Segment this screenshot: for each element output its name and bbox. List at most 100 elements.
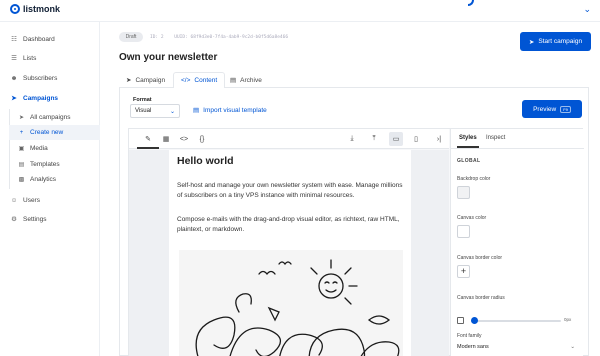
header-decoration [468, 0, 474, 6]
preview-button[interactable]: Preview F9 [522, 100, 582, 118]
email-canvas[interactable]: Hello world Self-host and manage your ow… [129, 150, 449, 356]
chevron-down-icon: ⌄ [570, 344, 575, 350]
format-value: Visual [135, 108, 152, 114]
sidebar-subitem-media[interactable]: ▣ Media [9, 141, 100, 156]
backdrop-color-swatch[interactable] [457, 186, 470, 199]
user-icon: ☺ [10, 196, 18, 204]
email-heading[interactable]: Hello world [177, 155, 234, 167]
image-icon: ▣ [18, 146, 25, 152]
tab-label: Campaign [135, 76, 166, 84]
import-icon: ▤ [193, 107, 200, 114]
sidebar-subitem-templates[interactable]: ▤ Templates [9, 157, 100, 172]
app-logo[interactable]: listmonk [10, 4, 60, 14]
rocket-icon: ➤ [126, 77, 132, 84]
logo-icon [10, 4, 20, 14]
sidebar-subitem-label: Analytics [30, 176, 57, 183]
border-radius-slider[interactable] [471, 320, 561, 322]
tab-content[interactable]: </> Content [173, 72, 226, 89]
main-content: Draft ID: 2 UUID: 68f9d3e0-7f4a-4ab9-9c2… [100, 22, 600, 356]
sidebar-item-label: Dashboard [23, 35, 55, 43]
sidebar-item-settings[interactable]: ⚙ Settings [0, 211, 100, 227]
desktop-view-icon[interactable]: ▭ [389, 132, 403, 146]
rocket-icon: ➤ [528, 38, 535, 46]
canvas-color-label: Canvas color [457, 215, 487, 221]
file-icon: ▤ [18, 162, 25, 168]
email-paragraph[interactable]: Compose e-mails with the drag-and-drop v… [177, 215, 403, 234]
list-icon: ☰ [11, 55, 17, 62]
code-icon: </> [181, 77, 191, 84]
font-family-select[interactable]: Modern sans ⌄ [457, 344, 577, 355]
editor-toolbar: ✎ ▦ <> {} ⤓ ⤒ ▭ ▯ ›| [129, 129, 449, 149]
sidebar-subitem-label: All campaigns [30, 114, 71, 121]
upload-icon[interactable]: ⤒ [367, 132, 381, 146]
canvas-color-swatch[interactable] [457, 225, 470, 238]
code-icon[interactable]: <> [177, 132, 191, 146]
email-body[interactable]: Hello world Self-host and manage your ow… [169, 150, 411, 356]
gear-icon: ⚙ [11, 216, 17, 223]
sidebar: ☷ Dashboard ☰ Lists ☻ Subscribers ➤ Camp… [0, 22, 100, 356]
format-select[interactable]: Visual ⌄ [130, 104, 180, 118]
email-paragraph[interactable]: Self-host and manage your own newsletter… [177, 181, 403, 200]
start-campaign-button[interactable]: ➤ Start campaign [520, 32, 591, 51]
tab-styles[interactable]: Styles [457, 135, 479, 148]
campaign-meta: ID: 2 UUID: 68f9d3e0-7f4a-4ab9-9c2d-b0f5… [150, 35, 288, 40]
sidebar-item-label: Users [23, 196, 40, 204]
tab-archive[interactable]: ▤ Archive [223, 72, 269, 88]
sidebar-subitem-label: Templates [30, 161, 60, 168]
section-title: GLOBAL [457, 158, 481, 164]
mobile-view-icon[interactable]: ▯ [409, 132, 423, 146]
backdrop-color-label: Backdrop color [457, 176, 491, 182]
style-panel: Styles Inspect GLOBAL Backdrop color Can… [450, 129, 584, 356]
add-border-color-button[interactable]: + [457, 265, 470, 278]
sidebar-item-subscribers[interactable]: ☻ Subscribers [0, 70, 100, 86]
sidebar-item-label: Lists [23, 54, 37, 62]
import-visual-template-link[interactable]: ▤ Import visual template [193, 106, 267, 115]
user-menu-chevron-icon[interactable]: ⌄ [583, 4, 591, 15]
font-family-label: Font family [457, 333, 482, 339]
archive-icon: ▤ [230, 77, 237, 84]
preview-shortcut: F9 [560, 105, 571, 113]
sidebar-subitem-all-campaigns[interactable]: ➤ All campaigns [9, 110, 100, 125]
sidebar-item-dashboard[interactable]: ☷ Dashboard [0, 31, 100, 47]
font-family-value: Modern sans [457, 344, 489, 350]
download-icon[interactable]: ⤓ [345, 132, 359, 146]
rocket-icon: ➤ [18, 115, 25, 121]
sidebar-subitem-label: Media [30, 145, 48, 152]
plus-icon: + [19, 129, 24, 136]
blocks-icon[interactable]: ▦ [159, 132, 173, 146]
sidebar-item-campaigns[interactable]: ➤ Campaigns [0, 90, 100, 106]
sidebar-item-label: Subscribers [23, 74, 58, 82]
content-editor-card: Format Visual ⌄ ▤ Import visual template… [119, 88, 589, 356]
collapse-panel-icon[interactable]: ›| [432, 132, 446, 146]
braces-icon[interactable]: {} [195, 132, 209, 146]
email-illustration[interactable] [179, 250, 403, 356]
tab-label: Archive [240, 76, 262, 84]
chevron-down-icon: ⌄ [169, 109, 175, 115]
preview-label: Preview [533, 105, 557, 113]
sidebar-item-lists[interactable]: ☰ Lists [0, 50, 100, 66]
border-radius-slider-thumb[interactable] [470, 317, 478, 324]
visual-editor: ✎ ▦ <> {} ⤓ ⤒ ▭ ▯ ›| Hello world Self-ho… [128, 128, 584, 356]
tab-inspect[interactable]: Inspect [486, 135, 505, 141]
pencil-icon[interactable]: ✎ [137, 132, 159, 149]
sidebar-item-label: Settings [23, 215, 47, 223]
sidebar-item-users[interactable]: ☺ Users [0, 192, 100, 208]
canvas-border-radius-label: Canvas border radius [457, 295, 505, 301]
app-name: listmonk [23, 4, 61, 14]
chart-icon: ▩ [18, 177, 25, 183]
sidebar-subitem-analytics[interactable]: ▩ Analytics [9, 172, 100, 187]
start-campaign-label: Start campaign [538, 38, 583, 45]
canvas-border-color-label: Canvas border color [457, 255, 503, 261]
border-radius-icon [457, 317, 464, 324]
top-bar: listmonk ⌄ [0, 0, 600, 22]
tab-campaign[interactable]: ➤ Campaign [119, 72, 172, 88]
status-badge: Draft [119, 32, 143, 42]
sidebar-subitem-label: Create new [30, 129, 64, 136]
campaign-uuid: UUID: 68f9d3e0-7f4a-4ab9-9c2d-b0f5d6a8e4… [174, 35, 289, 40]
doodle-illustration [195, 259, 400, 356]
users-icon: ☻ [10, 74, 18, 82]
campaign-id: ID: 2 [150, 35, 164, 40]
sidebar-subitem-create-new[interactable]: + Create new [9, 125, 100, 140]
rocket-icon: ➤ [11, 95, 17, 102]
import-label: Import visual template [203, 106, 267, 114]
